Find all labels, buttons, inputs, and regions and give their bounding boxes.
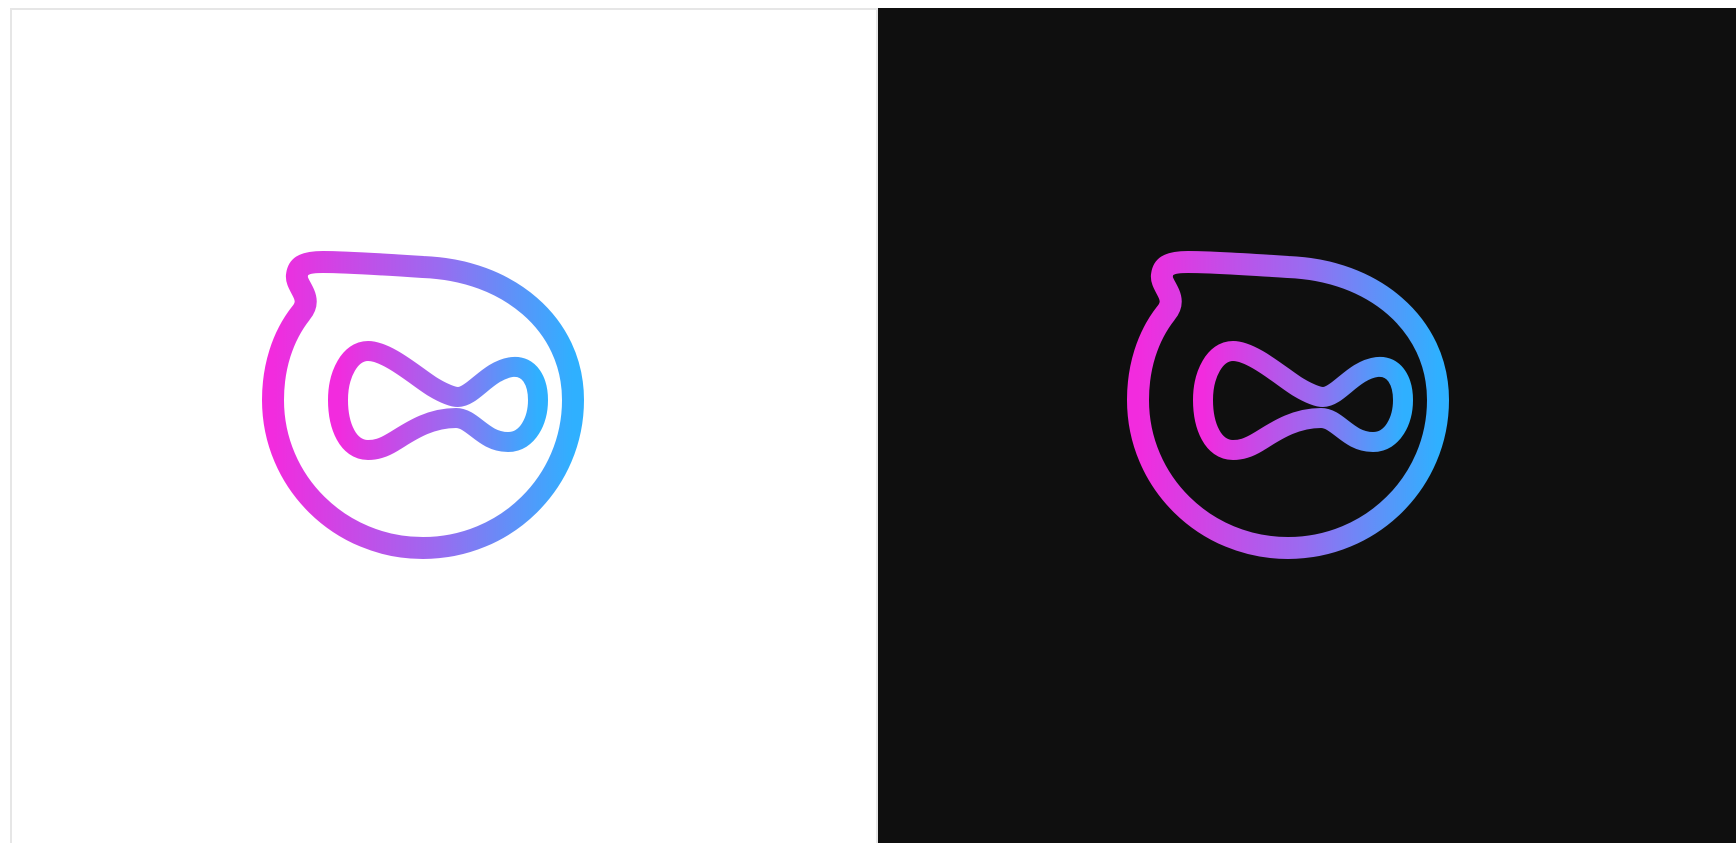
infinity-blob-logo-icon [268,250,578,555]
dark-preview-panel [876,8,1736,843]
light-preview-panel [10,8,876,843]
logo-preview-canvas [0,0,1736,843]
infinity-blob-logo-icon [1133,250,1443,555]
